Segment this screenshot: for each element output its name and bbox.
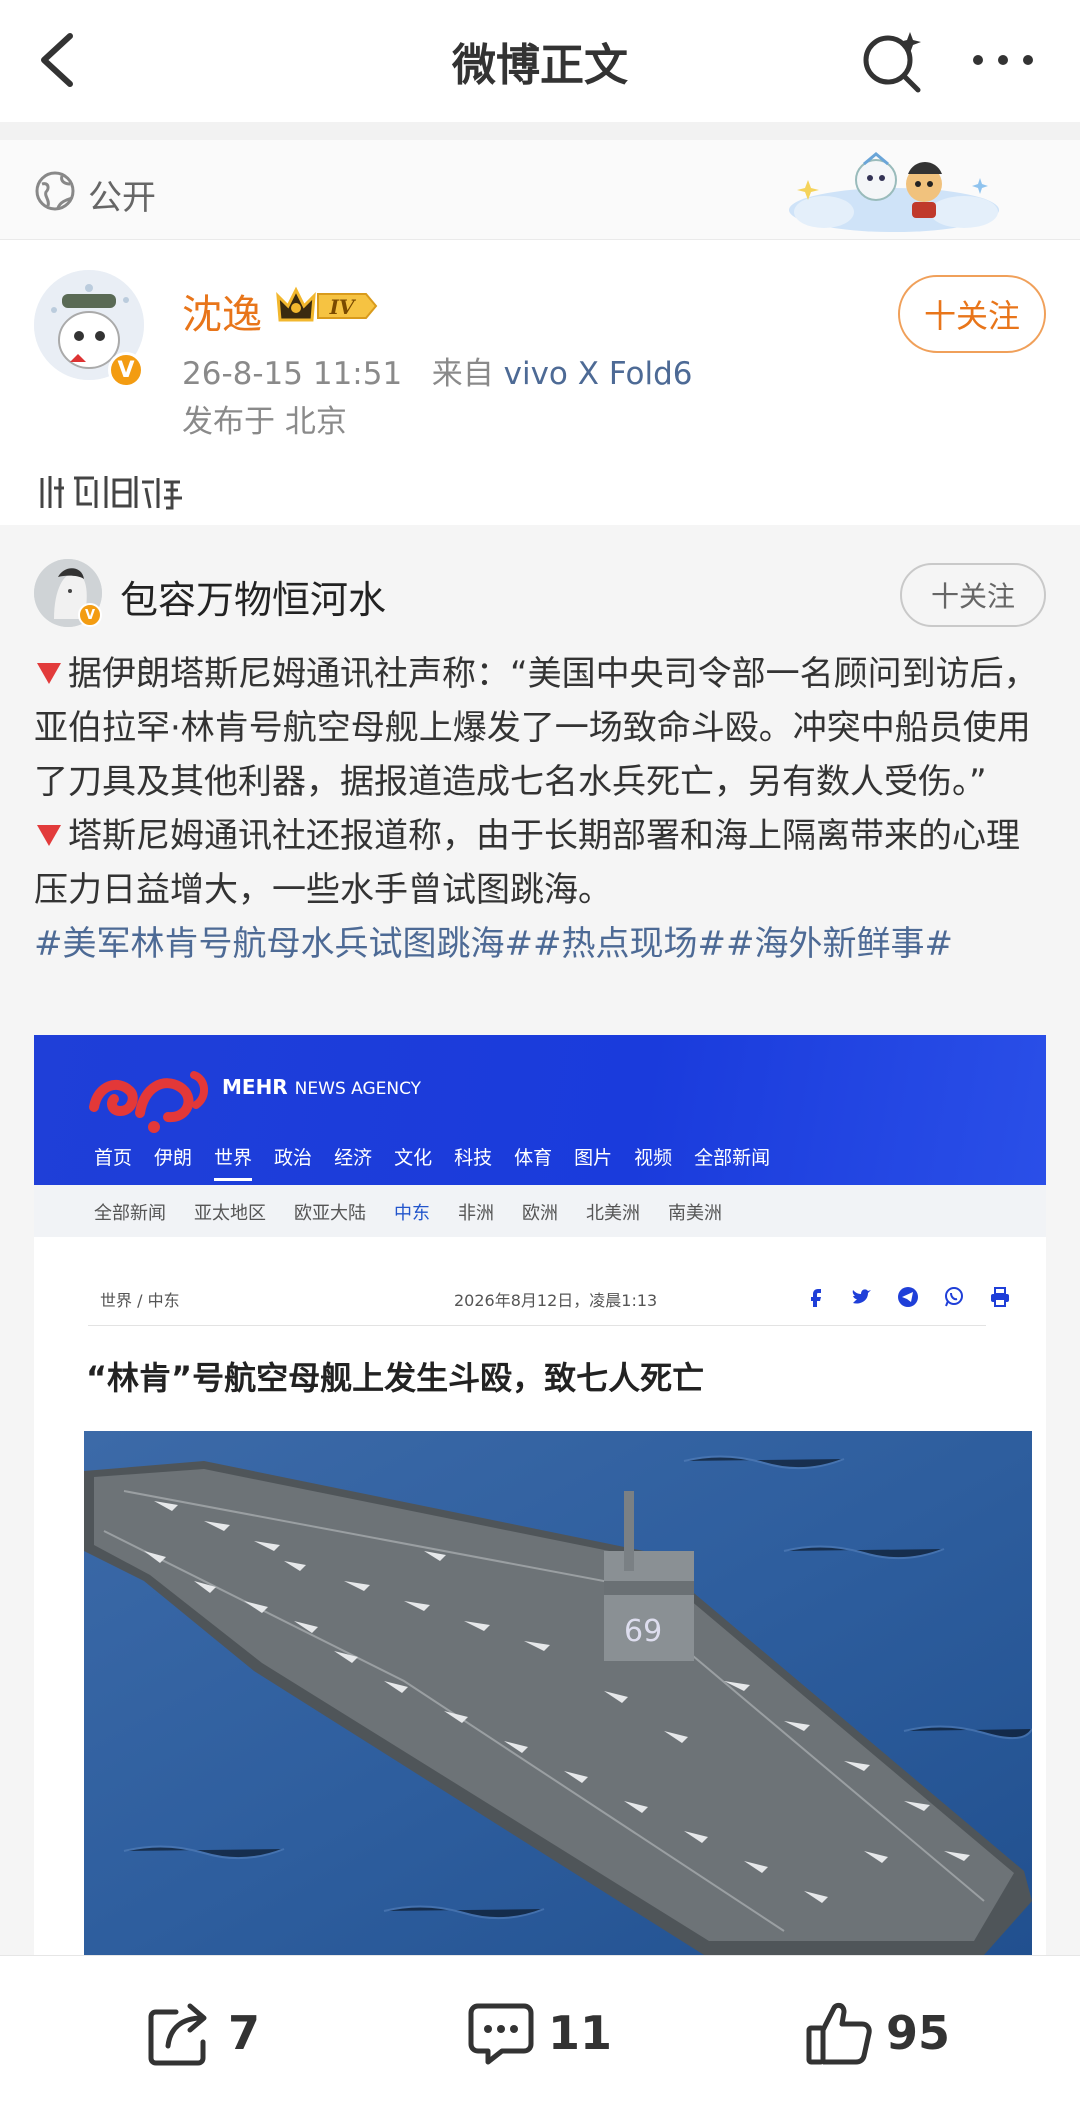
mehr-nav-item: 图片 [574, 1147, 613, 1169]
repost-comment-blurred-icon [40, 476, 182, 510]
mehr-subnav-item: 中东 [394, 1203, 430, 1224]
comment-count: 11 [548, 2006, 613, 2060]
comment-bubble-icon [468, 2003, 534, 2065]
mehr-nav: 首页 伊朗 世界 政治 经济 文化 科技 体育 图片 视频 全部新闻 [94, 1143, 792, 1181]
globe-icon [35, 171, 75, 211]
source-device[interactable]: vivo X Fold6 [504, 356, 693, 392]
mehr-subnav-item: 欧亚大陆 [294, 1203, 366, 1224]
mehr-subnav-item: 南美洲 [668, 1203, 722, 1224]
article-headline: “林肯”号航空母舰上发生斗殴，致七人死亡 [86, 1359, 705, 1397]
mehr-nav-item: 经济 [334, 1147, 373, 1169]
mehr-nav-item: 世界 [214, 1143, 253, 1181]
decorative-sticker-icon [789, 152, 999, 232]
mehr-subnav-item: 全部新闻 [94, 1203, 166, 1224]
verified-badge: V [108, 352, 144, 388]
repost-paragraph-2: 塔斯尼姆通讯社还报道称，由于长期部署和海上隔离带来的心理压力日益增大，一些水手曾… [34, 809, 1046, 917]
mehr-subnav: 全部新闻 亚太地区 欧亚大陆 中东 非洲 欧洲 北美洲 南美洲 [34, 1185, 1046, 1237]
svg-text:69: 69 [624, 1614, 662, 1649]
repost-button[interactable]: 7 [146, 1998, 260, 2068]
mehr-nav-item: 体育 [514, 1147, 553, 1169]
source-prefix: 来自 [431, 356, 494, 392]
mehr-nav-item: 政治 [274, 1147, 313, 1169]
share-arrow-icon [148, 2003, 207, 2066]
mehr-nav-item: 文化 [394, 1147, 433, 1169]
repost-paragraph-1-text: 据伊朗塔斯尼姆通讯社声称：“美国中央司令部一名顾问到访后，亚伯拉罕·林肯号航空母… [34, 654, 1038, 802]
post-location: 发布于 北京 [182, 404, 347, 440]
aircraft-carrier-photo-icon: 69 [84, 1431, 1032, 1955]
back-arrow-icon[interactable] [30, 28, 90, 92]
author-name[interactable]: 沈逸 [182, 282, 262, 340]
mehr-header: MEHR NEWS AGENCY 首页 伊朗 世界 政治 经济 文化 科技 体育 图片 视频 全部新… [34, 1035, 1046, 1185]
mehr-subnav-item: 非洲 [458, 1203, 494, 1224]
reposted-weibo-card[interactable]: V 包容万物恒河水 十关注 据伊朗塔斯尼姆通讯社声称：“美国中央司令部一名顾问到… [0, 525, 1080, 1955]
top-nav-bar: 微博正文 [0, 0, 1080, 122]
red-triangle-icon [37, 663, 61, 684]
author-block: V 沈逸 IV 26-8-15 11:51 来自 vivo X Fold6 发布… [0, 240, 1080, 525]
divider [88, 1325, 986, 1326]
article-date: 2026年8月12日，凌晨1:13 [454, 1291, 658, 1310]
repost-paragraph-1: 据伊朗塔斯尼姆通讯社声称：“美国中央司令部一名顾问到访后，亚伯拉罕·林肯号航空母… [34, 647, 1046, 809]
mehr-nav-item: 科技 [454, 1147, 493, 1169]
print-icon [991, 1287, 1009, 1307]
mehr-nav-item: 首页 [94, 1147, 133, 1169]
divider [0, 122, 1080, 140]
repost-text: 据伊朗塔斯尼姆通讯社声称：“美国中央司令部一名顾问到访后，亚伯拉罕·林肯号航空母… [34, 647, 1046, 971]
like-count: 95 [886, 2006, 951, 2060]
red-triangle-icon [37, 825, 61, 846]
mehr-logo-icon [89, 1071, 208, 1133]
follow-button[interactable]: 十关注 [898, 275, 1046, 353]
bottom-action-bar: 7 11 95 [0, 1955, 1080, 2106]
mehr-nav-item: 全部新闻 [694, 1147, 771, 1169]
post-timestamp: 26-8-15 11:51 [182, 356, 403, 392]
facebook-icon [811, 1289, 821, 1307]
embedded-news-screenshot[interactable]: MEHR NEWS AGENCY 首页 伊朗 世界 政治 经济 文化 科技 体育 图片 视频 全部新… [34, 1035, 1046, 1955]
search-icon[interactable] [860, 28, 926, 94]
mehr-brand: MEHR NEWS AGENCY [222, 1075, 422, 1099]
telegram-icon [898, 1287, 918, 1307]
whatsapp-icon [945, 1287, 963, 1307]
visibility-row: 公开 [0, 140, 1080, 240]
repost-count: 7 [228, 2006, 261, 2060]
mehr-subnav-item: 北美洲 [586, 1203, 640, 1224]
page-title: 微博正文 [452, 40, 628, 91]
comment-button[interactable]: 11 [466, 1998, 612, 2068]
thumbs-up-icon [806, 2002, 872, 2065]
member-level-badge-icon: IV [276, 286, 378, 322]
more-options-icon[interactable] [968, 40, 1038, 80]
mehr-nav-item: 伊朗 [154, 1147, 193, 1169]
article-breadcrumb: 世界 / 中东 [100, 1291, 180, 1310]
repost-verified-badge: V [78, 603, 102, 627]
hashtag-links[interactable]: #美军林肯号航母水兵试图跳海##热点现场##海外新鲜事# [34, 917, 1046, 971]
mehr-nav-item: 视频 [634, 1147, 673, 1169]
share-icons [804, 1285, 1012, 1309]
twitter-icon [852, 1289, 871, 1304]
mehr-subnav-item: 欧洲 [522, 1203, 558, 1224]
level-text: IV [329, 295, 357, 319]
repost-paragraph-2-text: 塔斯尼姆通讯社还报道称，由于长期部署和海上隔离带来的心理压力日益增大，一些水手曾… [34, 816, 1020, 910]
visibility-label: 公开 [88, 178, 156, 218]
like-button[interactable]: 95 [804, 1998, 950, 2068]
post-meta: 26-8-15 11:51 来自 vivo X Fold6 [182, 348, 693, 393]
repost-follow-button[interactable]: 十关注 [900, 563, 1046, 627]
repost-user-name[interactable]: 包容万物恒河水 [120, 569, 386, 624]
mehr-subnav-item: 亚太地区 [194, 1203, 266, 1224]
